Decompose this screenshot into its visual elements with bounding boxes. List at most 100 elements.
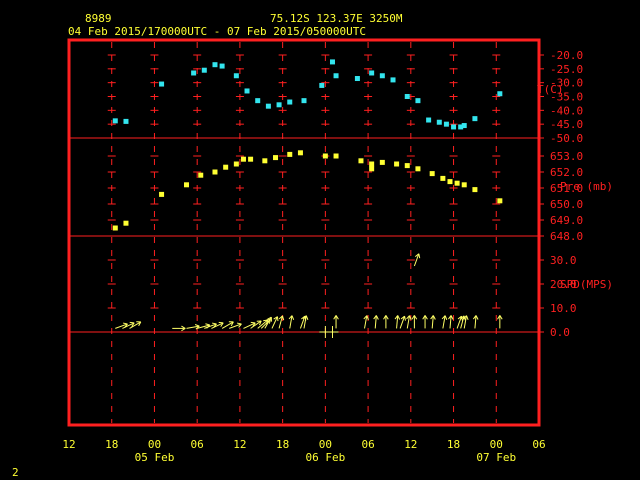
wind-arrow: [243, 321, 256, 329]
wind-arrow: [264, 316, 272, 329]
temperature-point: [112, 118, 118, 124]
pressure-point: [248, 156, 254, 162]
pressure-point: [472, 187, 478, 193]
pressure-point: [240, 156, 246, 162]
temperature-point: [333, 73, 339, 79]
wind-series: [115, 253, 503, 338]
y-tick-label: 653.0: [550, 150, 583, 163]
pressure-point: [262, 158, 268, 164]
temperature-point: [191, 70, 197, 76]
y-tick-label: -45.0: [550, 118, 583, 131]
pressure-point: [212, 169, 218, 175]
temperature-point: [212, 62, 218, 68]
panel-dividers: [69, 137, 539, 333]
x-date-label: 07 Feb: [476, 451, 516, 464]
pressure-point: [322, 153, 328, 159]
pressure-point: [394, 161, 400, 167]
pressure-point: [429, 171, 435, 177]
pressure-point: [369, 166, 375, 172]
y-tick-label: 648.0: [550, 230, 583, 243]
station-location: 75.12S 123.37E 3250M: [270, 12, 403, 25]
pressure-point: [379, 159, 385, 165]
wind-arrow-head: [122, 322, 128, 325]
pressure-point: [233, 161, 239, 167]
temperature-point: [497, 91, 503, 97]
temperature-point: [301, 98, 307, 104]
x-tick-label: 00: [148, 438, 161, 451]
wind-axis-label: SPD(MPS): [560, 278, 613, 291]
x-axis: 12 18 00 06 12 18 00 06 12 18 00 06 05 Feb 06 Feb 07 F…: [62, 438, 545, 464]
wind-arrow-head: [250, 321, 256, 324]
x-tick-label: 00: [490, 438, 503, 451]
temperature-point: [319, 82, 325, 88]
time-range: 04 Feb 2015/170000UTC - 07 Feb 2015/0500…: [68, 25, 366, 38]
wind-arrow: [333, 315, 339, 329]
wind-arrow-head: [444, 315, 448, 320]
wind-arrow: [406, 315, 412, 329]
wind-arrow: [411, 315, 418, 329]
pressure-point: [358, 158, 364, 164]
x-tick-label: 12: [233, 438, 246, 451]
wind-arrow-head: [418, 253, 421, 259]
wind-arrow-head: [212, 322, 217, 325]
wind-arrow: [497, 315, 503, 329]
x-tick-label: 06: [191, 438, 204, 451]
pressure-point: [159, 191, 165, 197]
temperature-point: [426, 117, 432, 123]
wind-arrow: [430, 315, 436, 329]
pressure-point: [297, 150, 303, 156]
pressure-axis-label: Pre (mb): [560, 180, 613, 193]
x-tick-label: 18: [105, 438, 118, 451]
temperature-point: [159, 81, 165, 87]
meteogram-svg: 8989 75.12S 123.37E 3250M 04 Feb 2015/17…: [12, 12, 613, 479]
y-tick-label: 649.0: [550, 214, 583, 227]
pressure-point: [198, 172, 204, 178]
temperature-point: [276, 102, 282, 108]
pressure-point: [454, 180, 460, 186]
x-tick-label: 00: [319, 438, 332, 451]
wind-arrow-head: [218, 321, 224, 324]
x-tick-label: 06: [532, 438, 545, 451]
temperature-point: [443, 121, 449, 127]
pressure-point: [333, 153, 339, 159]
pressure-point: [440, 175, 446, 181]
pressure-point: [223, 164, 229, 170]
y-tick-label: 652.0: [550, 166, 583, 179]
wind-arrow-head: [276, 316, 279, 322]
y-tick-label: 30.0: [550, 254, 577, 267]
x-date-label: 05 Feb: [135, 451, 175, 464]
wind-arrow-head: [129, 321, 135, 324]
wind-arrow-head: [466, 315, 469, 320]
y-tick-label: 650.0: [550, 198, 583, 211]
temperature-point: [201, 67, 207, 73]
pressure-point: [123, 220, 129, 226]
x-tick-label: 06: [361, 438, 374, 451]
x-tick-label: 12: [404, 438, 417, 451]
wind-arrow-head: [194, 324, 200, 327]
temperature-point: [219, 63, 225, 69]
wind-arrow: [413, 253, 421, 267]
x-tick-label: 18: [276, 438, 289, 451]
wind-arrow: [278, 315, 285, 329]
pressure-point: [404, 163, 410, 169]
wind-arrow: [394, 315, 401, 329]
page-number: 2: [12, 466, 19, 479]
pressure-point: [415, 166, 421, 172]
wind-arrow: [422, 315, 428, 329]
pressure-point: [497, 198, 503, 204]
wind-arrow: [441, 315, 448, 329]
wind-arrow: [383, 315, 389, 329]
wind-arrow: [363, 315, 369, 329]
wind-arrow-head: [291, 315, 295, 320]
wind-arrow: [172, 325, 186, 332]
x-tick-label: 18: [447, 438, 460, 451]
temperature-point: [472, 116, 478, 122]
temperature-point: [369, 70, 375, 76]
wind-arrow: [399, 315, 406, 329]
wind-arrow: [288, 315, 295, 329]
wind-arrow: [463, 315, 469, 329]
temperature-point: [255, 98, 261, 104]
wind-arrow: [115, 322, 128, 329]
y-tick-label: -20.0: [550, 49, 583, 62]
pressure-point: [112, 225, 118, 231]
